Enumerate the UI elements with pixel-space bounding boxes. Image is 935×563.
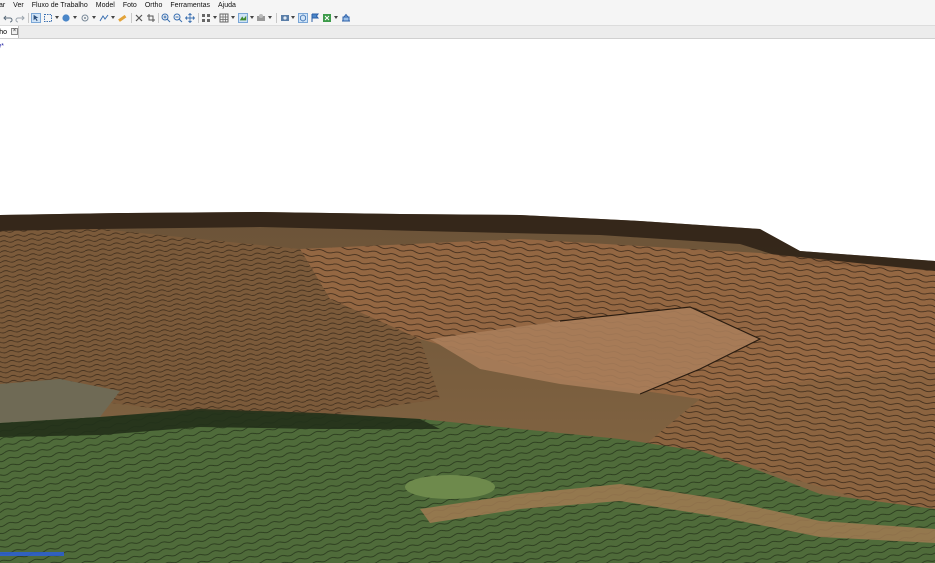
- draw-polyline-icon[interactable]: [99, 13, 109, 23]
- rect-selection-dropdown[interactable]: [55, 16, 59, 19]
- flag-icon[interactable]: [310, 13, 320, 23]
- toolbar: [0, 11, 935, 26]
- redo-icon[interactable]: [15, 13, 25, 23]
- table-icon[interactable]: [219, 13, 229, 23]
- navigation-icon[interactable]: [31, 13, 41, 23]
- photo-dropdown[interactable]: [291, 16, 295, 19]
- texture-dropdown[interactable]: [268, 16, 272, 19]
- rotate-object-dropdown[interactable]: [92, 16, 96, 19]
- zoom-in-icon[interactable]: [161, 13, 171, 23]
- menu-item-ver[interactable]: Ver: [13, 0, 24, 11]
- close-icon[interactable]: ×: [11, 28, 18, 35]
- toolbar-separator: [198, 13, 199, 23]
- layout-icon[interactable]: [322, 13, 332, 23]
- menu-item-ajuda[interactable]: Ajuda: [218, 0, 236, 11]
- rotate-object-icon[interactable]: [80, 13, 90, 23]
- model-view-dropdown[interactable]: [250, 16, 254, 19]
- status-indicator: [0, 552, 64, 556]
- layout-dropdown[interactable]: [334, 16, 338, 19]
- menu-item-foto[interactable]: Foto: [123, 0, 137, 11]
- menu-item-editar[interactable]: tar: [0, 0, 5, 11]
- foreground-clearing: [405, 475, 495, 499]
- menu-item-fluxo-de-trabalho[interactable]: Fluxo de Trabalho: [32, 0, 88, 11]
- toolbar-separator: [131, 13, 132, 23]
- 3d-model-viewport[interactable]: g*: [0, 39, 935, 563]
- zoom-out-icon[interactable]: [173, 13, 183, 23]
- grid-dropdown[interactable]: [213, 16, 217, 19]
- crop-icon[interactable]: [146, 13, 156, 23]
- shapes-icon[interactable]: [298, 13, 308, 23]
- terrain-model: [0, 212, 935, 563]
- tab-ortho[interactable]: rtho ×: [0, 26, 19, 38]
- export-icon[interactable]: [341, 13, 351, 23]
- menu-item-ferramentas[interactable]: Ferramentas: [170, 0, 210, 11]
- undo-icon[interactable]: [3, 13, 13, 23]
- menu-item-model[interactable]: Model: [96, 0, 115, 11]
- toolbar-separator: [276, 13, 277, 23]
- rect-selection-icon[interactable]: [43, 13, 53, 23]
- draw-polyline-dropdown[interactable]: [111, 16, 115, 19]
- move-icon[interactable]: [185, 13, 195, 23]
- toolbar-separator: [158, 13, 159, 23]
- circle-selection-icon[interactable]: [61, 13, 71, 23]
- table-dropdown[interactable]: [231, 16, 235, 19]
- circle-selection-dropdown[interactable]: [73, 16, 77, 19]
- toolbar-separator: [28, 13, 29, 23]
- model-view-icon[interactable]: [238, 13, 248, 23]
- tab-bar: rtho ×: [0, 26, 935, 39]
- tab-label: rtho: [0, 28, 8, 36]
- grid-icon[interactable]: [201, 13, 211, 23]
- delete-icon[interactable]: [134, 13, 144, 23]
- menu-bar: tar Ver Fluxo de Trabalho Model Foto Ort…: [0, 0, 935, 11]
- ruler-icon[interactable]: [117, 13, 127, 23]
- menu-item-ortho[interactable]: Ortho: [145, 0, 163, 11]
- photo-icon[interactable]: [280, 13, 290, 23]
- texture-icon[interactable]: [256, 13, 266, 23]
